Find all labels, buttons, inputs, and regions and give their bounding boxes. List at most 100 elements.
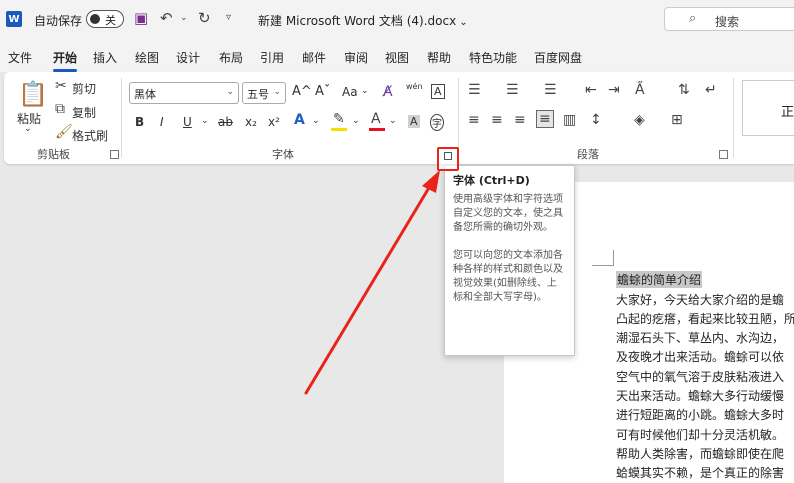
font-color-dropdown-icon[interactable]: ⌄ (389, 116, 397, 126)
autosave-toggle[interactable]: 关 (86, 10, 124, 28)
clear-formatting-icon[interactable]: A̸ (383, 84, 393, 100)
tab-features[interactable]: 特色功能 (469, 49, 517, 66)
format-painter-icon[interactable]: 🖌 (55, 124, 73, 140)
shrink-font-button[interactable]: Aˇ (315, 84, 330, 99)
tooltip-title: 字体 (Ctrl+D) (453, 174, 530, 187)
cut-icon[interactable]: ✂ (55, 78, 67, 94)
tab-draw[interactable]: 绘图 (135, 49, 159, 66)
increase-indent-icon[interactable]: ⇥ (608, 82, 620, 98)
tooltip-paragraph: 使用高级字体和字符选项自定义您的文本，使之具备您所需的确切外观。 (453, 194, 563, 233)
sort-icon[interactable]: ⇅ (678, 82, 690, 98)
phonetic-guide-button[interactable]: wén (406, 82, 423, 91)
doc-line[interactable]: 空气中的氧气溶于皮肤粘液进入 (616, 368, 784, 385)
align-center-icon[interactable]: ≡ (491, 112, 503, 128)
align-left-icon[interactable]: ≡ (468, 112, 480, 128)
autosave-label: 自动保存 (34, 14, 83, 28)
underline-dropdown-icon[interactable]: ⌄ (201, 116, 209, 126)
show-marks-icon[interactable]: ↵ (705, 82, 717, 98)
tab-layout[interactable]: 布局 (219, 49, 243, 66)
bold-button[interactable]: B (135, 115, 144, 129)
asian-layout-icon[interactable]: A̋ (635, 82, 645, 98)
font-size-select[interactable]: 五号 ⌄ (242, 82, 286, 104)
numbering-icon[interactable]: ☰ (506, 82, 519, 98)
tab-home[interactable]: 开始 (53, 49, 78, 72)
style-normal[interactable]: 正 (742, 80, 794, 136)
shading-icon[interactable]: ◈ (634, 112, 645, 128)
divider (733, 78, 734, 158)
tab-design[interactable]: 设计 (176, 49, 200, 66)
chevron-down-icon: ⌄ (273, 87, 281, 97)
justify-icon[interactable]: ≡ (536, 110, 554, 128)
customize-qat-icon[interactable]: ▿ (226, 12, 231, 23)
doc-line[interactable]: 凸起的疙瘩，看起来比较丑陋，所 (616, 310, 794, 327)
superscript-button[interactable]: x² (268, 115, 280, 129)
doc-line[interactable]: 可有时候他们却十分灵活机敏。 (616, 426, 784, 443)
cut-button[interactable]: 剪切 (72, 80, 96, 97)
doc-line[interactable]: 大家好，今天给大家介绍的是蟾 (616, 291, 784, 308)
paragraph-group-label: 段落 (577, 148, 599, 161)
tab-mailings[interactable]: 邮件 (302, 49, 326, 66)
strikethrough-button[interactable]: ab (218, 115, 233, 129)
undo-icon[interactable]: ↶ (160, 9, 173, 27)
character-shading-button[interactable]: A (408, 115, 420, 128)
document-title[interactable]: 新建 Microsoft Word 文档 (4).docx ⌄ (258, 12, 468, 29)
enclose-characters-button[interactable]: 字 (430, 114, 444, 131)
paste-icon[interactable]: 📋 (18, 80, 48, 108)
text-effects-dropdown-icon[interactable]: ⌄ (312, 116, 320, 126)
underline-button[interactable]: U (183, 115, 192, 129)
format-painter-button[interactable]: 格式刷 (72, 127, 108, 144)
tab-help[interactable]: 帮助 (427, 49, 451, 66)
search-icon: ⌕ (689, 11, 697, 26)
paragraph-launcher-icon[interactable] (719, 150, 728, 159)
doc-line[interactable]: 帮助人类除害，而蟾蜍即使在爬 (616, 445, 784, 462)
chevron-down-icon: ⌄ (226, 87, 234, 97)
change-case-dropdown-icon[interactable]: ⌄ (361, 86, 369, 96)
font-name-select[interactable]: 黑体 ⌄ (129, 82, 239, 104)
autosave-state: 关 (105, 14, 116, 27)
multilevel-list-icon[interactable]: ☰ (544, 82, 557, 98)
line-spacing-icon[interactable]: ↕ (590, 112, 602, 128)
doc-line[interactable]: 进行短距离的小跳。蟾蜍大多时 (616, 406, 784, 423)
doc-line[interactable]: 及夜晚才出来活动。蟾蜍可以依 (616, 348, 784, 365)
tab-baidu-netdisk[interactable]: 百度网盘 (534, 49, 582, 66)
redo-icon[interactable]: ↻ (198, 9, 211, 27)
search-box[interactable]: ⌕ 搜索 (664, 7, 794, 31)
save-icon[interactable]: ▣ (134, 9, 148, 27)
font-dialog-tooltip: 字体 (Ctrl+D) 使用高级字体和字符选项自定义您的文本，使之具备您所需的确… (444, 165, 575, 356)
align-right-icon[interactable]: ≡ (514, 112, 526, 128)
subscript-button[interactable]: x₂ (245, 115, 257, 129)
doc-heading[interactable]: 蟾蜍的简单介绍 (616, 271, 703, 288)
tab-review[interactable]: 审阅 (344, 49, 368, 66)
undo-dropdown-icon[interactable]: ⌄ (180, 13, 188, 23)
tab-file[interactable]: 文件 (8, 49, 32, 66)
tab-insert[interactable]: 插入 (93, 49, 117, 66)
italic-button[interactable]: I (160, 115, 164, 129)
divider (458, 78, 459, 158)
decrease-indent-icon[interactable]: ⇤ (585, 82, 597, 98)
clipboard-launcher-icon[interactable] (110, 150, 119, 159)
highlight-icon[interactable]: ✎ (333, 111, 345, 127)
borders-icon[interactable]: ⊞ (671, 112, 683, 128)
change-case-button[interactable]: Aa (342, 85, 358, 99)
font-color-icon[interactable]: A (371, 111, 381, 127)
distributed-icon[interactable]: ▥ (563, 112, 576, 128)
copy-icon[interactable]: ⧉ (55, 101, 65, 117)
document-title-text: 新建 Microsoft Word 文档 (4).docx (258, 14, 457, 28)
text-effects-icon[interactable]: A (294, 112, 305, 128)
grow-font-button[interactable]: A^ (292, 84, 312, 99)
character-border-button[interactable]: A (431, 84, 445, 99)
paste-dropdown-icon[interactable]: ⌄ (24, 124, 32, 134)
tab-references[interactable]: 引用 (260, 49, 284, 66)
bullets-icon[interactable]: ☰ (468, 82, 481, 98)
font-color-bar (369, 128, 385, 131)
font-name-value: 黑体 (134, 88, 156, 101)
doc-line[interactable]: 天出来活动。蟾蜍大多行动缓慢 (616, 387, 784, 404)
copy-button[interactable]: 复制 (72, 104, 96, 121)
font-size-value: 五号 (247, 88, 269, 101)
tab-view[interactable]: 视图 (385, 49, 409, 66)
font-launcher-highlight[interactable] (437, 147, 459, 171)
doc-line[interactable]: 蛤蟆其实不赖，是个真正的除害 (616, 464, 784, 481)
doc-line[interactable]: 潮湿石头下、草丛内、水沟边， (616, 329, 784, 346)
font-group-label: 字体 (272, 148, 294, 161)
highlight-dropdown-icon[interactable]: ⌄ (352, 116, 360, 126)
